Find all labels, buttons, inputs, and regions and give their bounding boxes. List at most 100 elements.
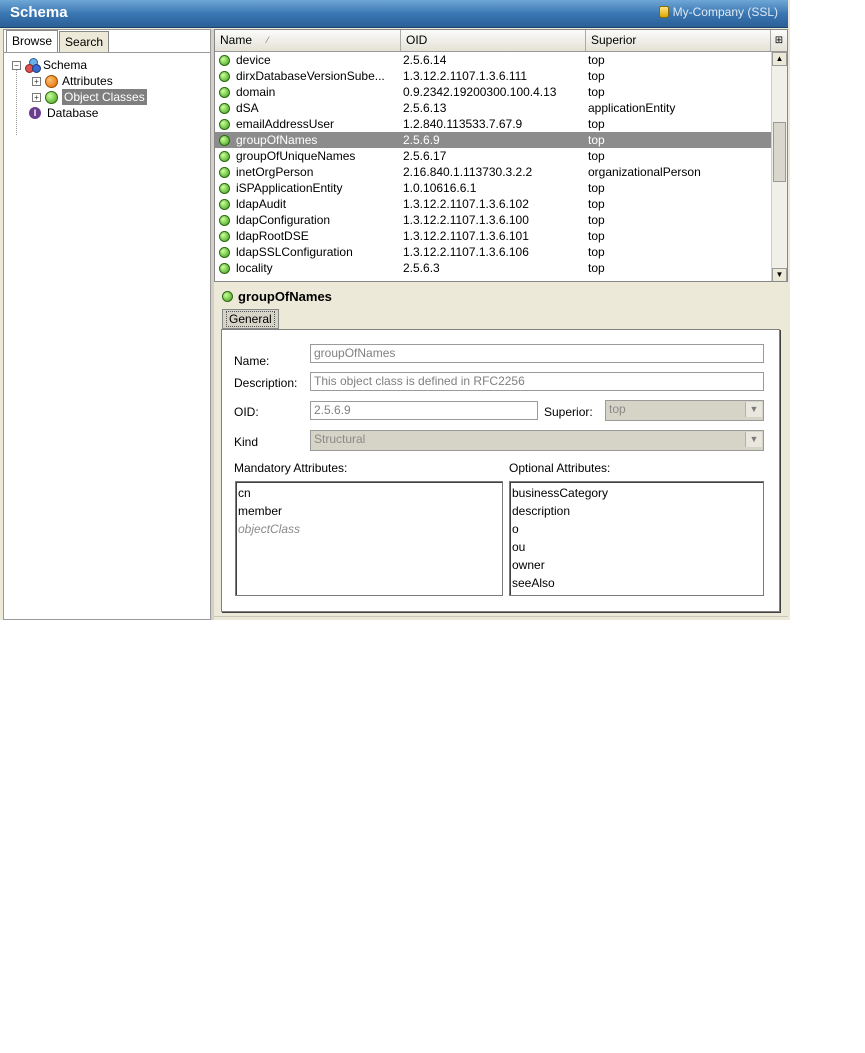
- tree-label-database: Database: [47, 106, 99, 120]
- description-field[interactable]: This object class is defined in RFC2256: [310, 372, 764, 391]
- list-item[interactable]: owner: [512, 556, 761, 574]
- cell-superior: top: [588, 213, 605, 227]
- title-bar: Schema My-Company (SSL): [0, 0, 788, 28]
- tree-label-object-classes: Object Classes: [62, 89, 147, 105]
- cell-superior: top: [588, 149, 605, 163]
- list-item[interactable]: businessCategory: [512, 484, 761, 502]
- scroll-down-arrow-icon[interactable]: ▼: [772, 268, 787, 281]
- cell-name: device: [215, 52, 401, 68]
- cell-oid: 0.9.2342.19200300.100.4.13: [403, 85, 557, 99]
- tree-node-object-classes[interactable]: + Object Classes: [32, 89, 147, 105]
- table-row[interactable]: locality 2.5.6.3 top: [215, 260, 771, 276]
- cell-oid: 1.3.12.2.1107.1.3.6.101: [403, 229, 529, 243]
- oid-label: OID:: [234, 405, 259, 419]
- chevron-down-icon[interactable]: ▼: [745, 402, 762, 417]
- table-row[interactable]: ldapConfiguration 1.3.12.2.1107.1.3.6.100…: [215, 212, 771, 228]
- cell-oid: 1.3.12.2.1107.1.3.6.102: [403, 197, 529, 211]
- general-panel: Name: groupOfNames Description: This obj…: [221, 329, 780, 612]
- server-indicator[interactable]: My-Company (SSL): [658, 5, 778, 19]
- detail-header: groupOfNames: [222, 289, 332, 304]
- cell-name: domain: [215, 84, 401, 100]
- tree-node-schema[interactable]: − Schema: [12, 57, 87, 73]
- list-item[interactable]: objectClass: [238, 520, 500, 538]
- schema-icon: [25, 58, 41, 73]
- cell-oid: 1.0.10616.6.1: [403, 181, 477, 195]
- table-scrollbar[interactable]: ▲ ▼: [771, 52, 787, 281]
- table-row[interactable]: dirxDatabaseVersionSube... 1.3.12.2.1107.…: [215, 68, 771, 84]
- list-item[interactable]: ou: [512, 538, 761, 556]
- description-label: Description:: [234, 376, 298, 390]
- tab-general[interactable]: General: [222, 309, 279, 329]
- cell-oid: 1.3.12.2.1107.1.3.6.100: [403, 213, 529, 227]
- table-row[interactable]: ldapAudit 1.3.12.2.1107.1.3.6.102 top: [215, 196, 771, 212]
- oid-field[interactable]: 2.5.6.9: [310, 401, 538, 420]
- object-class-table: Name ⁄ OID Superior ⊞ device 2.5.6.14 top d…: [214, 29, 788, 282]
- cell-name: dSA: [215, 100, 401, 116]
- tree-label-attributes: Attributes: [62, 74, 113, 88]
- object-class-icon: [219, 150, 230, 162]
- cell-name: iSPApplicationEntity: [215, 180, 401, 196]
- column-header-name[interactable]: Name ⁄: [215, 30, 401, 51]
- column-header-oid[interactable]: OID: [401, 30, 586, 51]
- cell-superior: top: [588, 53, 605, 67]
- scroll-thumb[interactable]: [773, 122, 786, 182]
- column-chooser-icon[interactable]: ⊞: [771, 30, 787, 51]
- tab-browse[interactable]: Browse: [6, 30, 59, 52]
- object-class-icon: [219, 54, 230, 66]
- table-row[interactable]: device 2.5.6.14 top: [215, 52, 771, 68]
- cell-superior: top: [588, 229, 605, 243]
- tree-node-attributes[interactable]: + Attributes: [32, 73, 113, 89]
- list-item[interactable]: description: [512, 502, 761, 520]
- cell-superior: applicationEntity: [588, 101, 676, 115]
- cell-oid: 2.5.6.14: [403, 53, 447, 67]
- name-field[interactable]: groupOfNames: [310, 344, 764, 363]
- object-class-icon: [219, 134, 230, 146]
- schema-tree: − Schema + Attributes + Object Classes I: [4, 52, 210, 620]
- table-row[interactable]: ldapRootDSE 1.3.12.2.1107.1.3.6.101 top: [215, 228, 771, 244]
- object-class-icon: [219, 182, 230, 194]
- tree-line: [16, 65, 17, 135]
- table-row[interactable]: groupOfNames 2.5.6.9 top: [215, 132, 771, 148]
- expand-icon[interactable]: +: [32, 76, 41, 86]
- tab-search[interactable]: Search: [59, 31, 110, 52]
- cell-oid: 1.3.12.2.1107.1.3.6.106: [403, 245, 529, 259]
- cell-name: dirxDatabaseVersionSube...: [215, 68, 401, 84]
- table-row[interactable]: dSA 2.5.6.13 applicationEntity: [215, 100, 771, 116]
- cell-oid: 2.16.840.1.113730.3.2.2: [403, 165, 533, 179]
- cell-oid: 1.2.840.113533.7.67.9: [403, 117, 523, 131]
- list-item[interactable]: member: [238, 502, 500, 520]
- kind-label: Kind: [234, 435, 259, 449]
- table-row[interactable]: iSPApplicationEntity 1.0.10616.6.1 top: [215, 180, 771, 196]
- list-item[interactable]: o: [512, 520, 761, 538]
- kind-dropdown[interactable]: Structural ▼: [310, 430, 764, 451]
- table-row[interactable]: groupOfUniqueNames 2.5.6.17 top: [215, 148, 771, 164]
- mandatory-attributes-label: Mandatory Attributes:: [234, 461, 348, 475]
- list-item[interactable]: seeAlso: [512, 574, 761, 592]
- cell-superior: top: [588, 197, 605, 211]
- object-class-icon: [219, 230, 230, 242]
- superior-dropdown[interactable]: top ▼: [605, 400, 764, 421]
- mandatory-attributes-list[interactable]: cn member objectClass: [235, 481, 503, 596]
- table-row[interactable]: ldapSSLConfiguration 1.3.12.2.1107.1.3.6.…: [215, 244, 771, 260]
- cell-oid: 2.5.6.17: [403, 149, 447, 163]
- cell-superior: top: [588, 245, 605, 259]
- object-class-icon: [219, 166, 230, 178]
- database-icon: [658, 6, 669, 18]
- optional-attributes-list[interactable]: businessCategory description o ou owner …: [509, 481, 764, 596]
- collapse-icon[interactable]: −: [12, 60, 21, 70]
- superior-label: Superior:: [544, 405, 593, 419]
- list-item[interactable]: cn: [238, 484, 500, 502]
- cell-name: ldapRootDSE: [215, 228, 401, 244]
- scroll-up-arrow-icon[interactable]: ▲: [772, 52, 787, 66]
- chevron-down-icon[interactable]: ▼: [745, 432, 762, 447]
- tree-node-database[interactable]: I Database: [29, 105, 98, 121]
- sort-ascending-icon: ⁄: [267, 35, 269, 45]
- cell-name: locality: [215, 260, 401, 276]
- cell-superior: top: [588, 261, 605, 275]
- table-row[interactable]: emailAddressUser 1.2.840.113533.7.67.9 top: [215, 116, 771, 132]
- expand-icon[interactable]: +: [32, 92, 41, 102]
- table-row[interactable]: domain 0.9.2342.19200300.100.4.13 top: [215, 84, 771, 100]
- table-row[interactable]: inetOrgPerson 2.16.840.1.113730.3.2.2 orga…: [215, 164, 771, 180]
- cell-name: ldapAudit: [215, 196, 401, 212]
- column-header-superior[interactable]: Superior: [586, 30, 771, 51]
